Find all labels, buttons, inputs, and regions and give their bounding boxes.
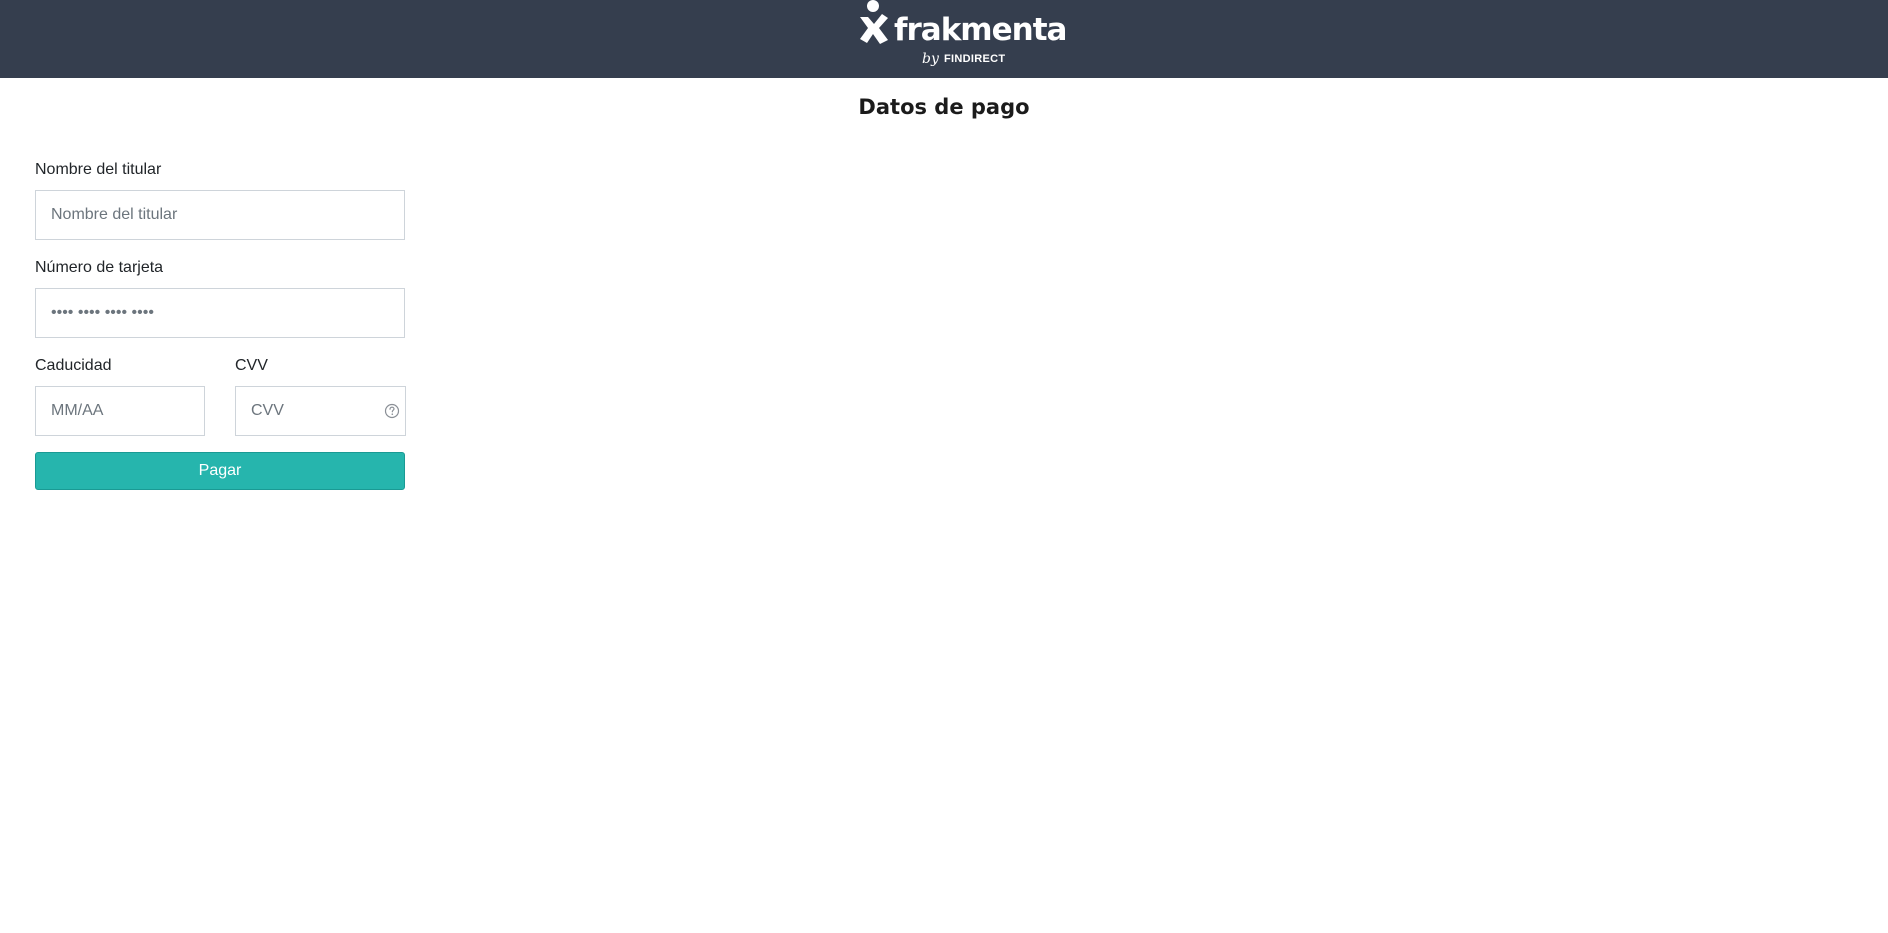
logo-figure-icon bbox=[860, 0, 888, 44]
frakmenta-logo: frakmenta by FINDIRECT bbox=[858, 0, 1067, 78]
page-title: Datos de pago bbox=[858, 95, 1030, 119]
top-header: frakmenta by FINDIRECT bbox=[0, 0, 1888, 78]
brand-name: frakmenta bbox=[894, 12, 1067, 48]
question-circle-icon[interactable] bbox=[384, 403, 400, 419]
cvv-input[interactable] bbox=[235, 386, 406, 436]
pay-button[interactable]: Pagar bbox=[35, 452, 405, 490]
holder-name-input[interactable] bbox=[35, 190, 405, 240]
brand-sub: FINDIRECT bbox=[944, 53, 1006, 65]
cvv-label: CVV bbox=[235, 357, 268, 374]
expiry-label: Caducidad bbox=[35, 357, 112, 374]
brand-by: by bbox=[922, 51, 939, 67]
card-number-label: Número de tarjeta bbox=[35, 259, 164, 276]
holder-label: Nombre del titular bbox=[35, 161, 162, 178]
card-number-input[interactable] bbox=[35, 288, 405, 338]
expiry-input[interactable] bbox=[35, 386, 205, 436]
